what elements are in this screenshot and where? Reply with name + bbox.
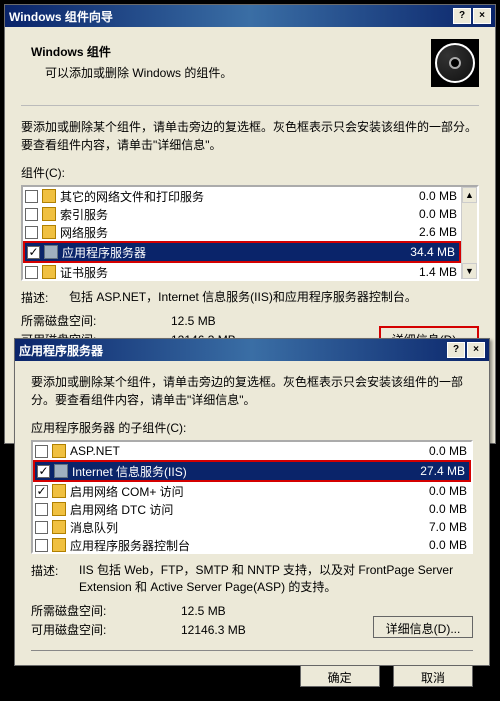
item-name: 网络服务 xyxy=(60,224,389,241)
checkbox[interactable] xyxy=(25,226,38,239)
help-button[interactable]: ? xyxy=(447,342,465,358)
checkbox[interactable]: ✓ xyxy=(35,485,48,498)
checkbox[interactable]: ✓ xyxy=(37,465,50,478)
components-label: 组件(C): xyxy=(21,164,479,181)
item-size: 27.4 MB xyxy=(397,464,467,478)
titlebar-child[interactable]: 应用程序服务器 ? × xyxy=(15,339,489,361)
list-item[interactable]: 应用程序服务器控制台 0.0 MB xyxy=(33,536,471,554)
item-size: 0.0 MB xyxy=(399,444,469,458)
item-name: ASP.NET xyxy=(70,444,399,458)
ok-button[interactable]: 确定 xyxy=(300,665,380,687)
folder-icon xyxy=(52,502,66,516)
space-required-value: 12.5 MB xyxy=(171,312,216,331)
subcomponents-listbox[interactable]: ASP.NET 0.0 MB ✓ Internet 信息服务(IIS) 27.4… xyxy=(31,440,473,554)
checkbox[interactable] xyxy=(25,190,38,203)
checkbox[interactable] xyxy=(35,539,48,552)
window-title: 应用程序服务器 xyxy=(19,342,103,359)
cancel-button[interactable]: 取消 xyxy=(393,665,473,687)
item-name: 消息队列 xyxy=(70,519,399,536)
item-name: 应用程序服务器控制台 xyxy=(70,537,399,554)
checkbox[interactable]: ✓ xyxy=(27,246,40,259)
separator xyxy=(31,650,473,651)
window-title: Windows 组件向导 xyxy=(9,8,113,25)
folder-icon xyxy=(42,265,56,279)
checkbox[interactable] xyxy=(25,208,38,221)
description-text: IIS 包括 Web，FTP，SMTP 和 NNTP 支持，以及对 FrontP… xyxy=(79,562,473,596)
scroll-track[interactable] xyxy=(462,203,477,263)
checkbox[interactable] xyxy=(35,521,48,534)
item-size: 0.0 MB xyxy=(399,538,469,552)
item-name: 启用网络 DTC 访问 xyxy=(70,501,399,518)
list-item[interactable]: 网络服务 2.6 MB xyxy=(23,223,461,241)
item-size: 7.0 MB xyxy=(399,520,469,534)
item-name: 索引服务 xyxy=(60,206,389,223)
highlighted-row-wrap: ✓ 应用程序服务器 34.4 MB xyxy=(23,241,461,263)
item-name: 证书服务 xyxy=(60,264,389,281)
instructions: 要添加或删除某个组件，请单击旁边的复选框。灰色框表示只会安装该组件的一部分。要查… xyxy=(21,118,479,154)
item-name: 其它的网络文件和打印服务 xyxy=(60,188,389,205)
item-size: 34.4 MB xyxy=(387,245,457,259)
titlebar-parent[interactable]: Windows 组件向导 ? × xyxy=(5,5,495,27)
item-size: 1.4 MB xyxy=(389,265,459,279)
list-item[interactable]: 启用网络 DTC 访问 0.0 MB xyxy=(33,500,471,518)
list-item[interactable]: 其它的网络文件和打印服务 0.0 MB xyxy=(23,187,461,205)
list-item[interactable]: 证书服务 1.4 MB xyxy=(23,263,461,281)
list-item-selected[interactable]: ✓ Internet 信息服务(IIS) 27.4 MB xyxy=(35,462,469,480)
components-label: 应用程序服务器 的子组件(C): xyxy=(31,419,473,436)
item-size: 0.0 MB xyxy=(399,484,469,498)
list-item[interactable]: 索引服务 0.0 MB xyxy=(23,205,461,223)
item-name: 启用网络 COM+ 访问 xyxy=(70,483,399,500)
application-server-dialog: 应用程序服务器 ? × 要添加或删除某个组件，请单击旁边的复选框。灰色框表示只会… xyxy=(14,338,490,666)
scroll-up-icon[interactable]: ▲ xyxy=(462,187,477,203)
folder-icon xyxy=(42,189,56,203)
list-item[interactable]: ASP.NET 0.0 MB xyxy=(33,442,471,460)
folder-icon xyxy=(52,538,66,552)
list-item-selected[interactable]: ✓ 应用程序服务器 34.4 MB xyxy=(25,243,459,261)
folder-icon xyxy=(42,207,56,221)
header-subtitle: 可以添加或删除 Windows 的组件。 xyxy=(45,64,479,81)
help-button[interactable]: ? xyxy=(453,8,471,24)
item-size: 2.6 MB xyxy=(389,225,459,239)
components-listbox[interactable]: 其它的网络文件和打印服务 0.0 MB 索引服务 0.0 MB 网络服务 2.6… xyxy=(21,185,479,281)
checkbox[interactable] xyxy=(35,503,48,516)
server-icon xyxy=(54,464,68,478)
space-required-value: 12.5 MB xyxy=(181,602,226,621)
folder-icon xyxy=(52,484,66,498)
item-size: 0.0 MB xyxy=(389,189,459,203)
scrollbar[interactable]: ▲ ▼ xyxy=(461,187,477,279)
checkbox[interactable] xyxy=(35,445,48,458)
item-size: 0.0 MB xyxy=(399,502,469,516)
item-name: Internet 信息服务(IIS) xyxy=(72,463,397,480)
disc-icon xyxy=(431,39,479,87)
description-label: 描述: xyxy=(31,562,79,596)
list-item[interactable]: 消息队列 7.0 MB xyxy=(33,518,471,536)
folder-icon xyxy=(52,520,66,534)
checkbox[interactable] xyxy=(25,266,38,279)
list-item[interactable]: ✓ 启用网络 COM+ 访问 0.0 MB xyxy=(33,482,471,500)
description-label: 描述: xyxy=(21,289,69,306)
highlighted-row-wrap: ✓ Internet 信息服务(IIS) 27.4 MB xyxy=(33,460,471,482)
description-text: 包括 ASP.NET，Internet 信息服务(IIS)和应用程序服务器控制台… xyxy=(69,289,479,306)
item-name: 应用程序服务器 xyxy=(62,244,387,261)
instructions: 要添加或删除某个组件，请单击旁边的复选框。灰色框表示只会安装该组件的一部分。要查… xyxy=(31,373,473,409)
server-icon xyxy=(44,245,58,259)
folder-icon xyxy=(42,225,56,239)
item-size: 0.0 MB xyxy=(389,207,459,221)
header-title: Windows 组件 xyxy=(31,43,479,60)
scroll-down-icon[interactable]: ▼ xyxy=(462,263,477,279)
wizard-header: Windows 组件 可以添加或删除 Windows 的组件。 xyxy=(21,39,479,106)
space-free-value: 12146.3 MB xyxy=(181,621,246,640)
close-button[interactable]: × xyxy=(473,8,491,24)
close-button[interactable]: × xyxy=(467,342,485,358)
details-button[interactable]: 详细信息(D)... xyxy=(373,616,473,638)
folder-icon xyxy=(52,444,66,458)
